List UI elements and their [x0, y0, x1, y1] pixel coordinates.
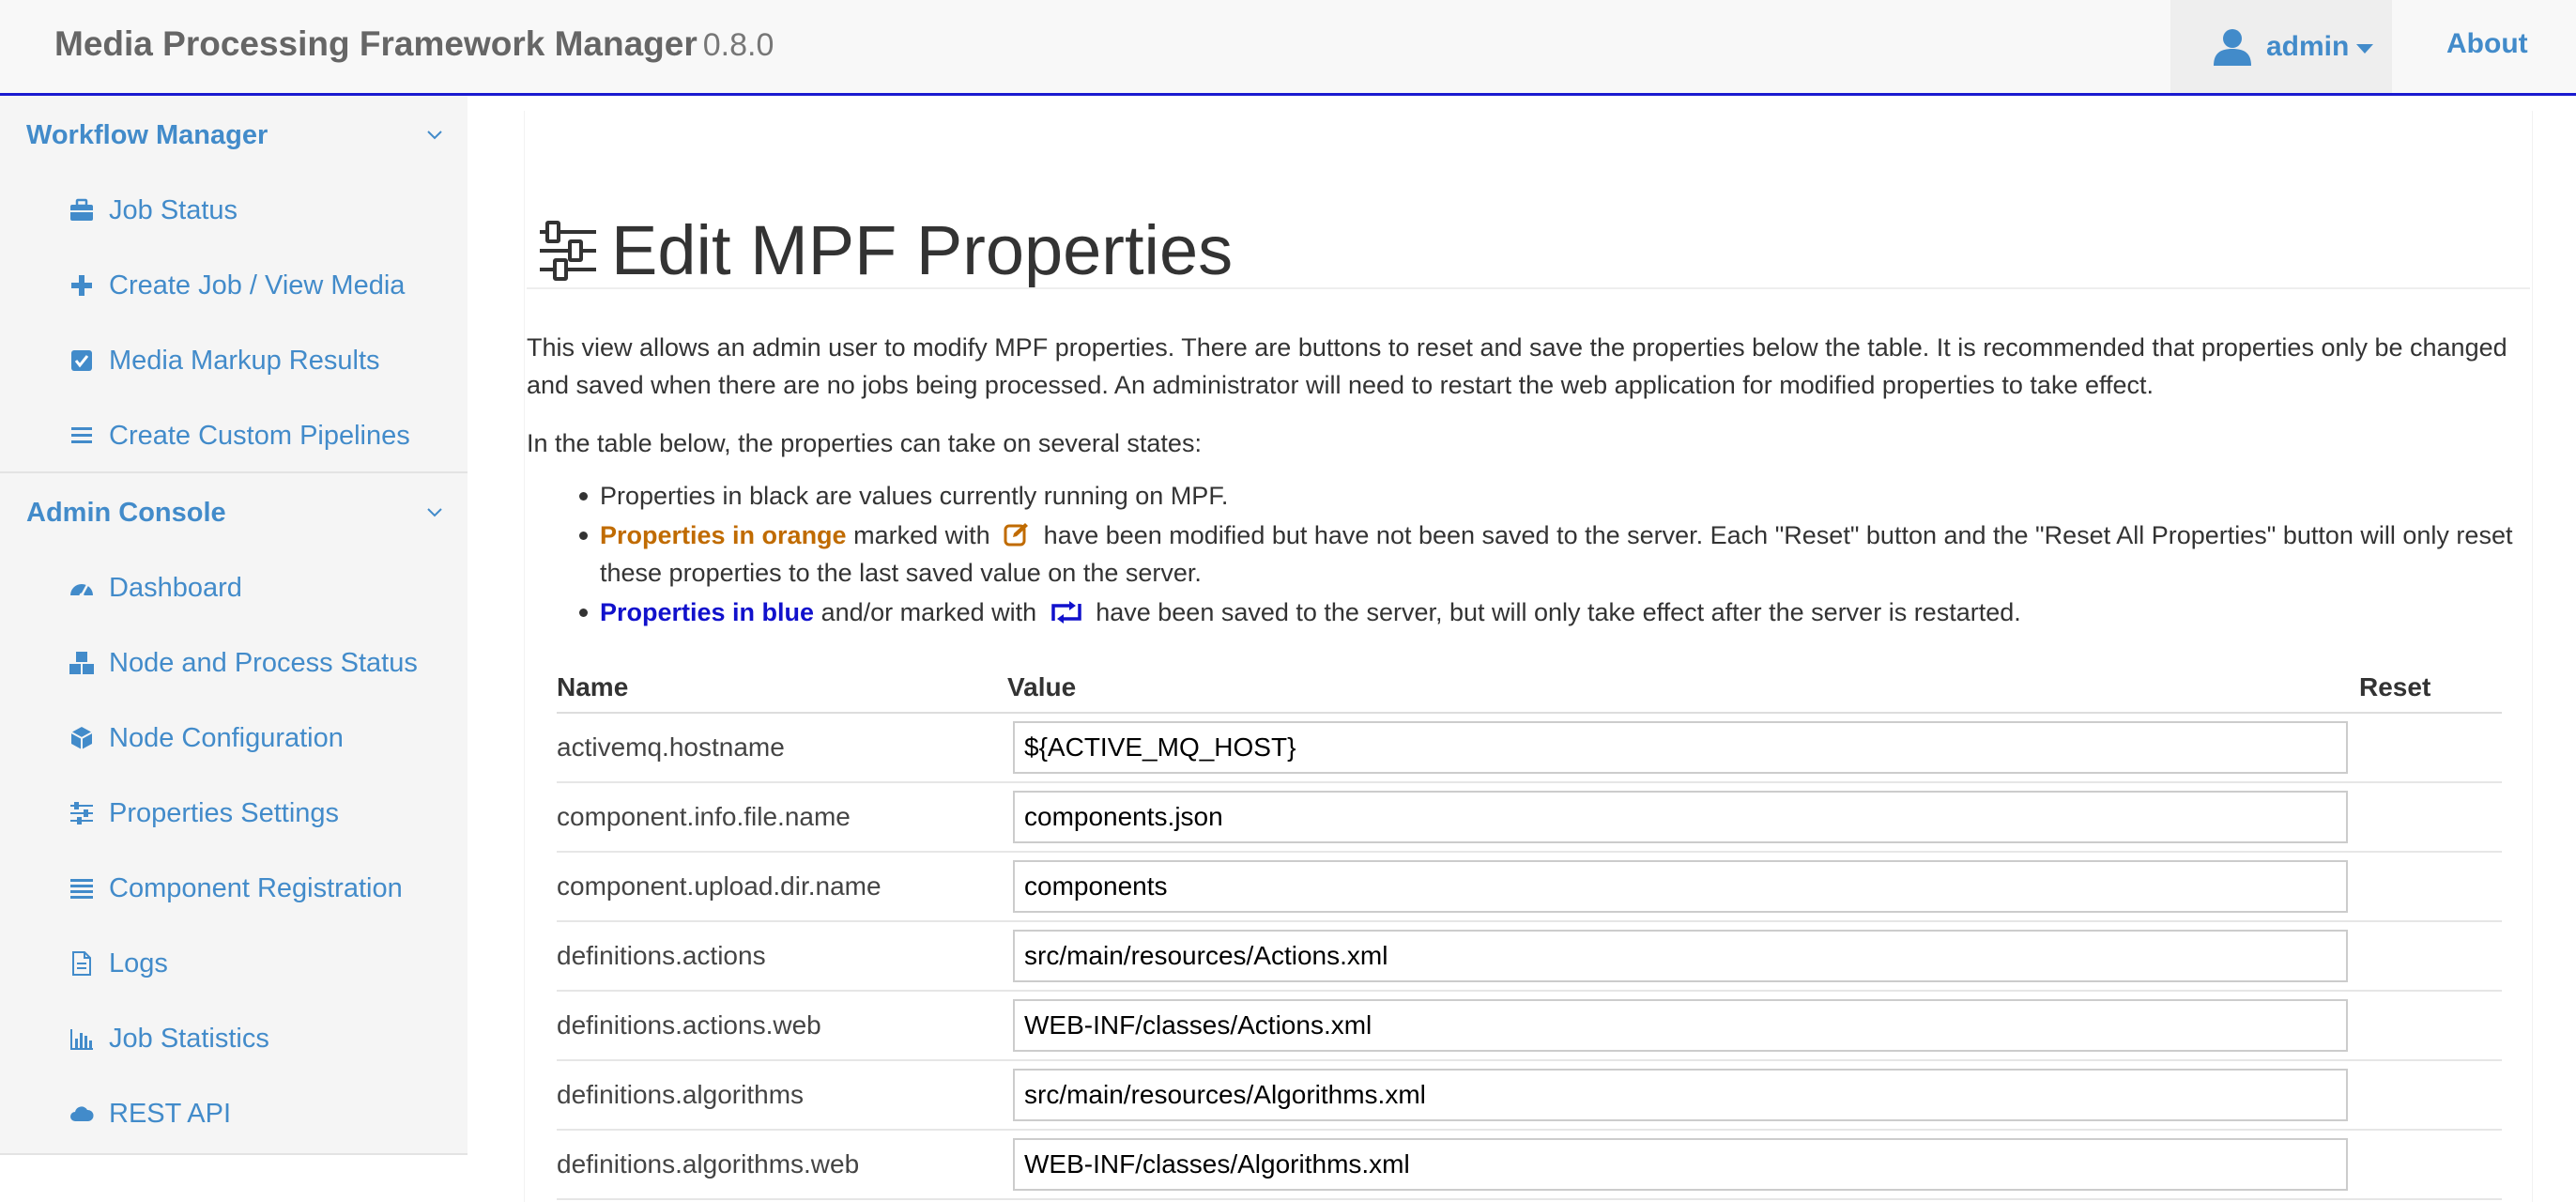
- table-header: Name Value Reset: [557, 665, 2502, 714]
- about-link[interactable]: About: [2446, 28, 2528, 60]
- cube-icon: [68, 724, 96, 752]
- dashboard-icon: [68, 574, 96, 602]
- user-icon: [2214, 28, 2251, 66]
- bar-chart-icon: [68, 1025, 96, 1053]
- states-list: Properties in black are values currently…: [579, 477, 2553, 633]
- user-menu-button[interactable]: admin: [2170, 0, 2392, 93]
- property-name: definitions.algorithms.web: [557, 1149, 860, 1179]
- table-row: definitions.algorithms.web: [557, 1131, 2502, 1200]
- table-row: definitions.actions: [557, 922, 2502, 992]
- table-row: component.upload.dir.name: [557, 853, 2502, 922]
- file-icon: [68, 949, 96, 978]
- sidebar-item-node-process-status[interactable]: Node and Process Status: [68, 640, 418, 686]
- plus-icon: [68, 271, 96, 300]
- table-row: definitions.algorithms: [557, 1061, 2502, 1131]
- sidebar-item-label: Job Status: [109, 194, 238, 225]
- section-title: Workflow Manager: [26, 119, 268, 150]
- property-name: definitions.algorithms: [557, 1080, 805, 1109]
- app-title: Media Processing Framework Manager: [54, 24, 698, 63]
- sidebar-item-logs[interactable]: Logs: [68, 941, 168, 986]
- chevron-down-icon: [427, 508, 442, 517]
- state-orange-mid: marked with: [853, 521, 990, 549]
- property-name: component.upload.dir.name: [557, 871, 882, 901]
- sliders-icon: [68, 799, 96, 827]
- state-orange-label: Properties in orange: [600, 521, 847, 549]
- table-row: definitions.actions.web: [557, 992, 2502, 1061]
- sidebar-item-label: Dashboard: [109, 572, 242, 603]
- checkbox-icon: [68, 347, 96, 375]
- sidebar: Workflow Manager Job Status Create Job /…: [0, 96, 468, 1155]
- table-row: activemq.hostname: [557, 714, 2502, 783]
- sidebar-item-component-registration[interactable]: Component Registration: [68, 866, 403, 911]
- app-brand[interactable]: Media Processing Framework Manager 0.8.0: [54, 24, 774, 64]
- sidebar-item-label: REST API: [109, 1098, 232, 1129]
- state-blue-label: Properties in blue: [600, 598, 815, 626]
- column-header-reset: Reset: [2359, 672, 2431, 701]
- sidebar-item-job-status[interactable]: Job Status: [68, 188, 238, 233]
- intro-text: This view allows an admin user to modify…: [527, 333, 2507, 399]
- section-admin-console[interactable]: Admin Console: [26, 485, 449, 541]
- list-item: Properties in orange marked with have be…: [579, 516, 2553, 592]
- property-name: definitions.actions: [557, 941, 766, 970]
- sidebar-item-job-statistics[interactable]: Job Statistics: [68, 1016, 269, 1061]
- sidebar-item-dashboard[interactable]: Dashboard: [68, 565, 242, 610]
- sidebar-item-label: Properties Settings: [109, 797, 340, 828]
- property-value-input[interactable]: [1013, 721, 2348, 774]
- section-workflow-manager[interactable]: Workflow Manager: [26, 107, 449, 163]
- sidebar-item-custom-pipelines[interactable]: Create Custom Pipelines: [68, 413, 410, 458]
- sidebar-item-label: Node and Process Status: [109, 647, 418, 678]
- sidebar-item-properties-settings[interactable]: Properties Settings: [68, 791, 339, 836]
- list-item: Properties in black are values currently…: [579, 477, 2553, 515]
- caret-down-icon: [2356, 43, 2374, 54]
- property-value-input[interactable]: [1013, 860, 2348, 913]
- cubes-icon: [68, 649, 96, 677]
- retweet-icon: [1050, 601, 1081, 624]
- property-value-input[interactable]: [1013, 791, 2348, 843]
- sidebar-item-label: Job Statistics: [109, 1023, 269, 1054]
- briefcase-icon: [68, 196, 96, 224]
- top-navbar: Media Processing Framework Manager 0.8.0 …: [0, 0, 2576, 96]
- property-value-input[interactable]: [1013, 930, 2348, 982]
- property-value-input[interactable]: [1013, 1138, 2348, 1191]
- chevron-down-icon: [427, 131, 442, 140]
- align-justify-icon: [68, 874, 96, 902]
- sidebar-item-create-job[interactable]: Create Job / View Media: [68, 263, 405, 308]
- column-header-value: Value: [1007, 672, 1077, 701]
- user-name: admin: [2266, 30, 2350, 62]
- section-divider: [0, 471, 468, 473]
- list-icon: [68, 422, 96, 450]
- property-name: component.info.file.name: [557, 802, 851, 831]
- state-black-text: Properties in black are values currently…: [600, 482, 1229, 510]
- property-value-input[interactable]: [1013, 1069, 2348, 1121]
- edit-icon: [1004, 523, 1029, 547]
- state-blue-rest: have been saved to the server, but will …: [1096, 598, 2021, 626]
- list-item: Properties in blue and/or marked with ha…: [579, 593, 2553, 631]
- sidebar-item-label: Create Custom Pipelines: [109, 420, 410, 451]
- sidebar-item-label: Media Markup Results: [109, 345, 380, 376]
- cloud-icon: [68, 1100, 96, 1128]
- sidebar-item-node-configuration[interactable]: Node Configuration: [68, 716, 344, 761]
- sidebar-item-label: Create Job / View Media: [109, 270, 406, 300]
- property-value-input[interactable]: [1013, 999, 2348, 1052]
- sidebar-item-rest-api[interactable]: REST API: [68, 1091, 231, 1136]
- app-version: 0.8.0: [702, 27, 774, 63]
- title-divider: [527, 287, 2530, 289]
- table-row: component.info.file.name: [557, 783, 2502, 853]
- sliders-icon: [540, 221, 596, 281]
- column-header-name: Name: [557, 672, 629, 701]
- sidebar-item-label: Logs: [109, 948, 168, 979]
- property-name: activemq.hostname: [557, 732, 785, 762]
- state-blue-mid: and/or marked with: [820, 598, 1037, 626]
- section-title: Admin Console: [26, 497, 226, 528]
- states-lead-text: In the table below, the properties can t…: [527, 429, 1202, 457]
- main-content: Edit MPF Properties This view allows an …: [524, 111, 2533, 1202]
- page-title-text: Edit MPF Properties: [611, 210, 1234, 289]
- sidebar-item-label: Node Configuration: [109, 722, 344, 753]
- sidebar-item-label: Component Registration: [109, 872, 403, 903]
- sidebar-item-media-markup[interactable]: Media Markup Results: [68, 338, 380, 383]
- property-name: definitions.actions.web: [557, 1010, 821, 1040]
